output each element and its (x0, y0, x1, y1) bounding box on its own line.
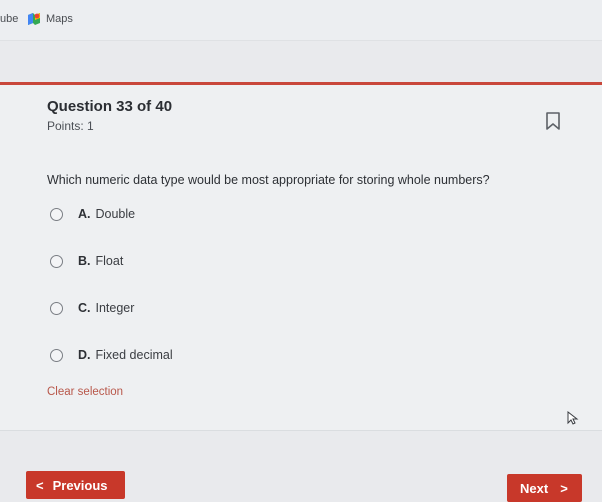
radio-button[interactable] (50, 301, 63, 315)
question-text: Which numeric data type would be most ap… (47, 173, 490, 187)
bookmark-maps[interactable]: Maps (46, 13, 73, 25)
bookmark-youtube[interactable]: ube (0, 13, 18, 25)
chevron-right-icon: > (560, 480, 568, 496)
option-text: Fixed decimal (95, 348, 173, 362)
option-text: Double (95, 207, 136, 221)
radio-button[interactable] (50, 207, 63, 221)
option-text: Integer (95, 301, 135, 315)
next-button[interactable]: Next > (507, 474, 582, 502)
clear-selection-link[interactable]: Clear selection (47, 386, 123, 398)
option-letter: C. (78, 301, 91, 315)
option-letter: B. (78, 254, 91, 268)
option-c[interactable]: C. Integer (50, 298, 134, 318)
option-d[interactable]: D. Fixed decimal (50, 345, 173, 365)
option-letter: A. (78, 207, 91, 221)
next-label: Next (520, 480, 549, 496)
radio-button[interactable] (50, 254, 63, 268)
option-a[interactable]: A. Double (50, 204, 135, 224)
maps-icon (28, 13, 40, 25)
option-b[interactable]: B. Float (50, 251, 123, 271)
previous-button[interactable]: < Previous (26, 471, 125, 499)
previous-label: Previous (52, 477, 108, 493)
bookmark-icon[interactable] (545, 112, 561, 130)
radio-button[interactable] (50, 348, 63, 362)
option-letter: D. (78, 348, 91, 362)
question-title: Question 33 of 40 (47, 98, 173, 115)
mouse-cursor-icon (567, 411, 579, 425)
option-text: Float (95, 254, 124, 268)
chevron-left-icon: < (36, 477, 44, 493)
bookmarks-bar: ube Maps (0, 0, 602, 41)
question-points: Points: 1 (47, 119, 94, 133)
